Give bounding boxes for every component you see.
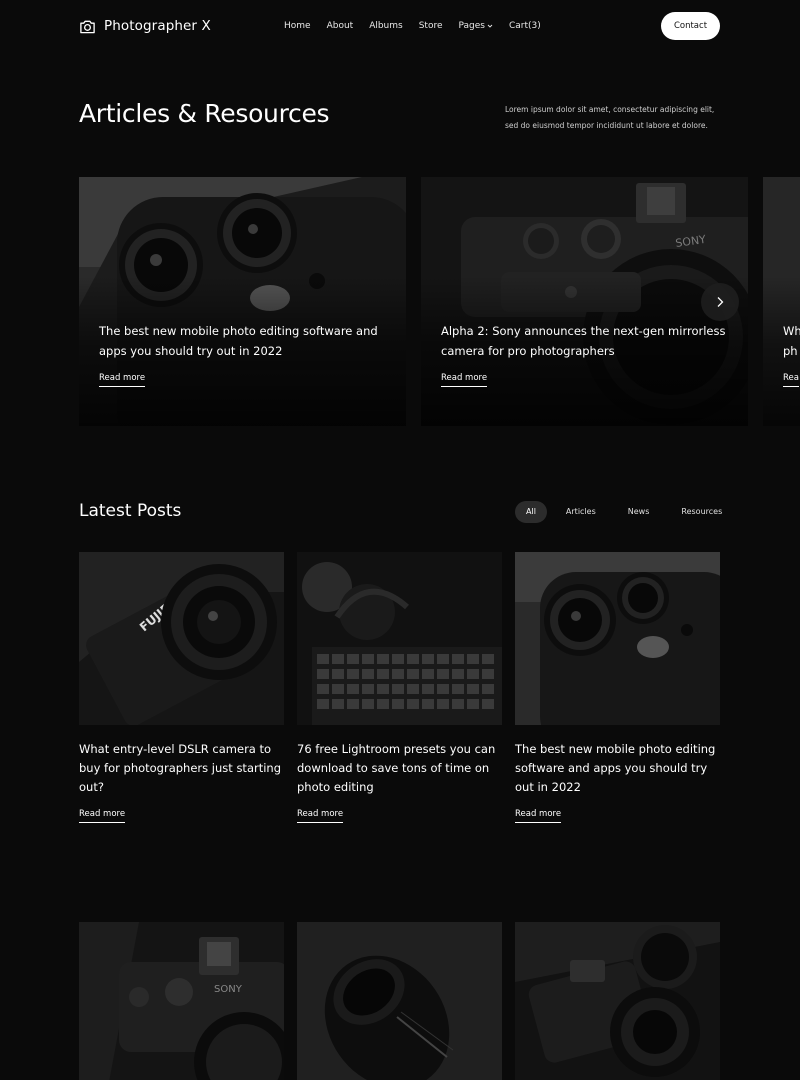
section-title: Latest Posts (79, 501, 182, 521)
phone-camera-image (515, 552, 720, 725)
post-image[interactable] (515, 922, 720, 1080)
nav-albums[interactable]: Albums (369, 21, 403, 31)
nav-pages[interactable]: Pages (459, 21, 493, 31)
articles-slider: The best new mobile photo editing softwa… (79, 177, 800, 426)
filter-resources[interactable]: Resources (668, 501, 735, 523)
read-more-link[interactable]: Read more (297, 809, 344, 823)
post-image[interactable] (515, 552, 720, 725)
nav-cart[interactable]: Cart(3) (509, 21, 541, 31)
camera-icon (80, 20, 95, 33)
contact-button[interactable]: Contact (661, 12, 720, 40)
slide-card[interactable]: SONY Alpha 2: Sony announces the next-ge… (421, 177, 748, 426)
nav-pages-label: Pages (458, 21, 485, 31)
read-more-link[interactable]: Read more (515, 809, 562, 823)
page-title: Articles & Resources (79, 99, 330, 128)
nav-store[interactable]: Store (419, 21, 443, 31)
post-card[interactable]: FUJIFILM What entry-level DSLR camera to… (79, 552, 284, 823)
post-image[interactable]: SONY (79, 922, 284, 1080)
post-card[interactable]: 76 free Lightroom presets you can downlo… (297, 552, 502, 823)
chevron-down-icon (487, 24, 493, 28)
slide-card-partial[interactable]: Wh ph Rea (763, 177, 800, 426)
filter-all[interactable]: All (515, 501, 547, 523)
post-image[interactable]: FUJIFILM (79, 552, 284, 725)
camera-lens-image (297, 922, 502, 1080)
dslr-camera-image (515, 922, 720, 1080)
read-more-link[interactable]: Read more (99, 373, 146, 387)
logo[interactable]: Photographer X (79, 18, 211, 35)
sony-camera-image: SONY (79, 922, 284, 1080)
read-more-link[interactable]: Read more (79, 809, 126, 823)
brand-name: Photographer X (104, 18, 211, 34)
slide-title[interactable]: Wh ph (783, 321, 800, 361)
filter-articles[interactable]: Articles (553, 501, 609, 523)
site-header: Photographer X Home About Albums Store P… (79, 12, 720, 40)
read-more-link[interactable]: Rea (783, 373, 799, 387)
filter-news[interactable]: News (615, 501, 663, 523)
nav-about[interactable]: About (327, 21, 354, 31)
post-title[interactable]: 76 free Lightroom presets you can downlo… (297, 740, 502, 797)
post-card[interactable]: The best new mobile photo editing softwa… (515, 552, 720, 823)
hero-description: Lorem ipsum dolor sit amet, consectetur … (505, 105, 715, 130)
keyboard-image (297, 552, 502, 725)
slide-title[interactable]: The best new mobile photo editing softwa… (99, 321, 389, 361)
post-title[interactable]: The best new mobile photo editing softwa… (515, 740, 720, 797)
post-image[interactable] (297, 552, 502, 725)
post-image[interactable] (297, 922, 502, 1080)
slide-card[interactable]: The best new mobile photo editing softwa… (79, 177, 406, 426)
post-title[interactable]: What entry-level DSLR camera to buy for … (79, 740, 284, 797)
slider-next-button[interactable] (701, 283, 739, 321)
post-filters: All Articles News Resources (515, 501, 741, 523)
main-nav: Home About Albums Store Pages Cart(3) (284, 12, 557, 40)
fujifilm-camera-image: FUJIFILM (79, 552, 284, 725)
svg-text:SONY: SONY (214, 984, 243, 995)
nav-home[interactable]: Home (284, 21, 311, 31)
chevron-right-icon (717, 297, 724, 307)
slide-title[interactable]: Alpha 2: Sony announces the next-gen mir… (441, 321, 731, 361)
read-more-link[interactable]: Read more (441, 373, 488, 387)
